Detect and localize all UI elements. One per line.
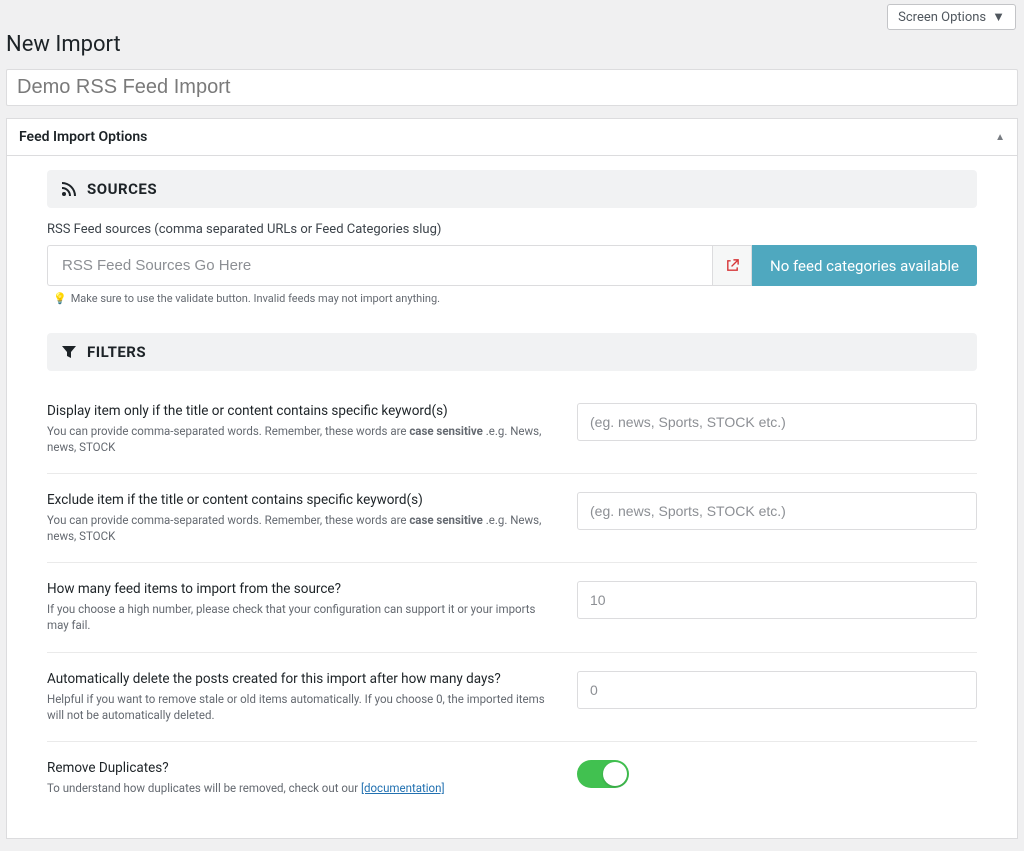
rss-sources-input[interactable]	[47, 245, 712, 286]
include-keywords-label: Display item only if the title or conten…	[47, 403, 547, 419]
exclude-keywords-sub: You can provide comma-separated words. R…	[47, 512, 547, 544]
chevron-down-icon: ▼	[992, 9, 1005, 25]
exclude-keywords-label: Exclude item if the title or content con…	[47, 492, 547, 508]
lightbulb-icon: 💡	[53, 292, 67, 305]
documentation-link[interactable]: [documentation]	[361, 781, 445, 795]
sources-section-heading: SOURCES	[47, 170, 977, 208]
remove-duplicates-sub: To understand how duplicates will be rem…	[47, 780, 547, 796]
no-feed-categories-badge: No feed categories available	[752, 245, 977, 286]
panel-heading: Feed Import Options	[19, 129, 147, 145]
exclude-keywords-input[interactable]	[577, 492, 977, 530]
toggle-knob	[603, 762, 627, 786]
rss-icon	[61, 181, 77, 197]
autodelete-days-sub: Helpful if you want to remove stale or o…	[47, 691, 547, 723]
include-keywords-input[interactable]	[577, 403, 977, 441]
screen-options-label: Screen Options	[898, 10, 986, 25]
include-keywords-sub: You can provide comma-separated words. R…	[47, 423, 547, 455]
screen-options-button[interactable]: Screen Options ▼	[887, 4, 1016, 30]
items-count-label: How many feed items to import from the s…	[47, 581, 547, 597]
validate-feed-button[interactable]	[712, 245, 752, 286]
items-count-sub: If you choose a high number, please chec…	[47, 601, 547, 633]
collapse-panel-icon[interactable]: ▲	[995, 132, 1005, 143]
feed-import-options-panel: Feed Import Options ▲ SOURCES RSS Feed s…	[6, 118, 1018, 839]
remove-duplicates-label: Remove Duplicates?	[47, 760, 547, 776]
import-name-input[interactable]	[6, 69, 1018, 106]
sources-hint: 💡 Make sure to use the validate button. …	[47, 292, 977, 305]
external-link-icon	[725, 258, 740, 273]
items-count-input[interactable]	[577, 581, 977, 619]
filter-icon	[61, 344, 77, 360]
sources-hint-text: Make sure to use the validate button. In…	[71, 292, 440, 305]
autodelete-days-label: Automatically delete the posts created f…	[47, 671, 547, 687]
autodelete-days-input[interactable]	[577, 671, 977, 709]
sources-label: RSS Feed sources (comma separated URLs o…	[47, 222, 977, 237]
sources-heading-text: SOURCES	[87, 180, 157, 198]
filters-section-heading: FILTERS	[47, 333, 977, 371]
page-title: New Import	[0, 30, 1024, 69]
remove-duplicates-toggle[interactable]	[577, 760, 629, 788]
filters-heading-text: FILTERS	[87, 343, 146, 361]
